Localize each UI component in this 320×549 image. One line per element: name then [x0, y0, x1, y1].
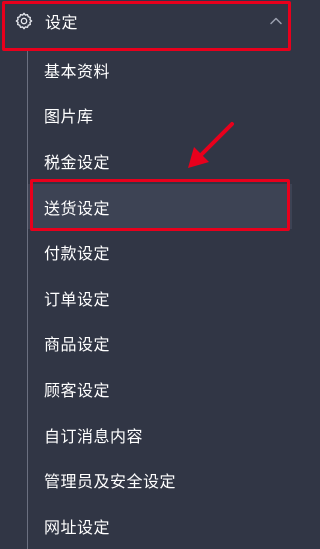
menu-item-tax-settings[interactable]: 税金设定 [28, 138, 292, 184]
menu-item-shipping-settings[interactable]: 送货设定 [28, 183, 292, 230]
menu-item-custom-messages[interactable]: 自订消息内容 [28, 412, 292, 458]
menu-item-label: 自订消息内容 [44, 426, 144, 446]
settings-sidebar: 设定 基本资料 图片库 税金设定 送货设定 付款设定 订单设定 商品设定 顾客设… [0, 0, 295, 549]
settings-submenu: 基本资料 图片库 税金设定 送货设定 付款设定 订单设定 商品设定 顾客设定 自… [28, 47, 292, 549]
menu-item-label: 订单设定 [44, 289, 111, 309]
menu-item-label: 税金设定 [44, 152, 111, 172]
menu-item-payment-settings[interactable]: 付款设定 [28, 229, 292, 275]
menu-item-label: 管理员及安全设定 [44, 472, 177, 492]
menu-item-label: 送货设定 [44, 198, 111, 218]
menu-item-basic-info[interactable]: 基本资料 [28, 47, 292, 93]
menu-item-customer-settings[interactable]: 顾客设定 [28, 366, 292, 412]
settings-section-header[interactable]: 设定 [0, 0, 295, 42]
menu-item-product-settings[interactable]: 商品设定 [28, 321, 292, 367]
menu-item-admin-security[interactable]: 管理员及安全设定 [28, 457, 292, 503]
menu-item-label: 付款设定 [44, 244, 111, 264]
menu-item-label: 顾客设定 [44, 380, 111, 400]
menu-item-order-settings[interactable]: 订单设定 [28, 275, 292, 321]
menu-item-label: 商品设定 [44, 335, 111, 355]
menu-item-image-library[interactable]: 图片库 [28, 93, 292, 139]
menu-item-label: 图片库 [44, 107, 94, 127]
gear-icon [14, 11, 34, 31]
chevron-up-icon[interactable] [269, 13, 283, 27]
menu-item-label: 基本资料 [44, 61, 111, 81]
menu-item-label: 网址设定 [44, 517, 111, 537]
menu-item-url-settings[interactable]: 网址设定 [28, 503, 292, 549]
section-title: 设定 [45, 13, 79, 32]
